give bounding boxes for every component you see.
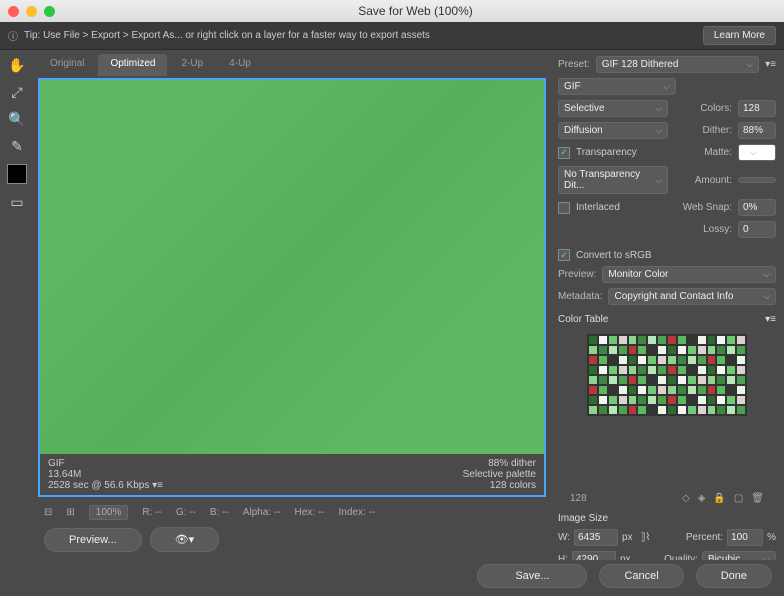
ct-icon-lock[interactable]: 🔒 — [713, 493, 725, 504]
percent-field[interactable] — [727, 529, 763, 546]
width-field[interactable] — [574, 529, 618, 546]
preset-label: Preset: — [558, 59, 590, 70]
status-r: R: -- — [142, 507, 161, 518]
preview-button[interactable]: Preview... — [44, 528, 142, 552]
next-view-icon[interactable]: ⊞ — [66, 507, 74, 518]
close-window-icon[interactable] — [8, 6, 19, 17]
link-dims-icon[interactable]: ⟧⌇ — [641, 532, 651, 543]
ct-icon-shift[interactable]: ◈ — [698, 493, 706, 504]
preview-cs-label: Preview: — [558, 269, 596, 280]
tip-text: Tip: Use File > Export > Export As... or… — [24, 30, 697, 41]
dither-label: Dither: — [703, 125, 732, 136]
transparency-checkbox[interactable]: ✓ — [558, 147, 570, 159]
websnap-label: Web Snap: — [683, 202, 732, 213]
lossy-field[interactable]: 0 — [738, 221, 776, 238]
status-index: Index: -- — [339, 507, 376, 518]
learn-more-button[interactable]: Learn More — [703, 26, 776, 45]
status-bar: ⊟ ⊞ 100% R: -- G: -- B: -- Alpha: -- Hex… — [38, 501, 546, 523]
srgb-label: Convert to sRGB — [576, 250, 652, 261]
settings-panel: Preset: GIF 128 Dithered ▾≡ GIF Selectiv… — [550, 50, 784, 560]
height-field[interactable] — [572, 551, 616, 560]
quality-label: Quality: — [664, 554, 698, 560]
tab-2up[interactable]: 2-Up — [169, 54, 215, 76]
slice-select-icon[interactable]: ⤢ — [8, 83, 26, 101]
tool-column: ✋ ⤢ 🔍 ✎ ▭ — [0, 50, 34, 560]
info-icon: ⓘ — [8, 28, 18, 43]
lossy-label: Lossy: — [703, 224, 732, 235]
dither-field[interactable]: 88% — [738, 122, 776, 139]
info-dither: 88% dither — [463, 458, 536, 469]
status-alpha: Alpha: -- — [243, 507, 281, 518]
save-button[interactable]: Save... — [477, 564, 587, 588]
settings-flyout-icon[interactable]: ▾≡ — [152, 480, 163, 491]
matte-label: Matte: — [704, 147, 732, 158]
tab-original[interactable]: Original — [38, 54, 96, 76]
trans-dither-select[interactable]: No Transparency Dit... — [558, 166, 668, 194]
colors-label: Colors: — [700, 103, 732, 114]
format-select[interactable]: GIF — [558, 78, 676, 95]
info-palette: Selective palette — [463, 469, 536, 480]
window-titlebar: Save for Web (100%) — [0, 0, 784, 22]
zoom-select[interactable]: 100% — [89, 505, 129, 520]
websnap-field[interactable]: 0% — [738, 199, 776, 216]
view-tabs: Original Optimized 2-Up 4-Up — [38, 54, 546, 76]
metadata-label: Metadata: — [558, 291, 602, 302]
tab-4up[interactable]: 4-Up — [217, 54, 263, 76]
colors-field[interactable]: 128 — [738, 100, 776, 117]
dialog-footer: Save... Cancel Done — [0, 560, 784, 592]
prev-view-icon[interactable]: ⊟ — [44, 507, 52, 518]
amount-label: Amount: — [695, 175, 732, 186]
imagesize-title: Image Size — [558, 513, 776, 524]
window-controls[interactable] — [8, 6, 55, 17]
ct-icon-new[interactable]: ▢ — [734, 493, 743, 504]
status-g: G: -- — [176, 507, 196, 518]
percent-label: Percent: — [686, 532, 723, 543]
done-button[interactable]: Done — [696, 564, 772, 588]
ct-icon-delete[interactable]: 🗑 — [751, 493, 764, 504]
tab-optimized[interactable]: Optimized — [98, 54, 167, 76]
transparency-label: Transparency — [576, 147, 637, 158]
hand-tool-icon[interactable]: ✋ — [8, 56, 26, 74]
height-label: H: — [558, 554, 568, 560]
interlaced-label: Interlaced — [576, 202, 620, 213]
zoom-tool-icon[interactable]: 🔍 — [8, 110, 26, 128]
status-hex: Hex: -- — [295, 507, 325, 518]
status-b: B: -- — [210, 507, 229, 518]
minimize-window-icon[interactable] — [26, 6, 37, 17]
interlaced-checkbox[interactable] — [558, 202, 570, 214]
info-colors: 128 colors — [463, 480, 536, 491]
dither-method-select[interactable]: Diffusion — [558, 122, 668, 139]
width-label: W: — [558, 532, 570, 543]
color-table-grid[interactable] — [587, 334, 747, 416]
colortable-menu-icon[interactable]: ▾≡ — [765, 314, 776, 325]
info-format: GIF — [48, 458, 163, 469]
preset-select[interactable]: GIF 128 Dithered — [596, 56, 759, 73]
preview-canvas — [40, 80, 544, 454]
matte-select[interactable] — [738, 144, 776, 161]
cancel-button[interactable]: Cancel — [599, 564, 683, 588]
preview-cs-select[interactable]: Monitor Color — [602, 266, 776, 283]
image-preview[interactable]: GIF 13.64M 2528 sec @ 56.6 Kbps ▾≡ 88% d… — [38, 78, 546, 497]
colortable-title: Color Table — [558, 314, 608, 325]
srgb-checkbox[interactable]: ✓ — [558, 249, 570, 261]
metadata-select[interactable]: Copyright and Contact Info — [608, 288, 776, 305]
color-swatch[interactable] — [7, 164, 27, 184]
browser-preview-button[interactable]: 👁︎▾ — [150, 527, 220, 552]
quality-select[interactable]: Bicubic — [702, 551, 776, 560]
slice-visibility-icon[interactable]: ▭ — [8, 193, 26, 211]
preview-info: GIF 13.64M 2528 sec @ 56.6 Kbps ▾≡ 88% d… — [40, 454, 544, 495]
info-time: 2528 sec @ 56.6 Kbps — [48, 480, 149, 491]
ct-icon-pick[interactable]: ◇ — [682, 493, 690, 504]
tip-bar: ⓘ Tip: Use File > Export > Export As... … — [0, 22, 784, 50]
window-title: Save for Web (100%) — [55, 4, 776, 18]
amount-field — [738, 177, 776, 183]
zoom-window-icon[interactable] — [44, 6, 55, 17]
info-size: 13.64M — [48, 469, 163, 480]
colortable-count: 128 — [570, 493, 587, 504]
eyedropper-tool-icon[interactable]: ✎ — [8, 137, 26, 155]
preset-menu-icon[interactable]: ▾≡ — [765, 59, 776, 70]
reduction-select[interactable]: Selective — [558, 100, 668, 117]
